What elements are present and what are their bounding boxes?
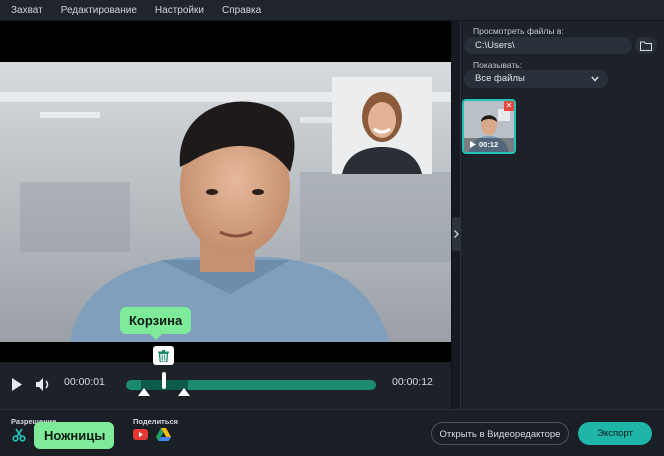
trash-icon xyxy=(158,349,169,362)
camera-icon xyxy=(470,141,476,148)
show-label: Показывать: xyxy=(473,60,523,70)
webcam-image xyxy=(332,77,432,174)
chevron-down-icon xyxy=(591,76,599,82)
video-thumbnail[interactable]: ✕ 00:12 xyxy=(462,99,516,154)
file-filter-select[interactable]: Все файлы xyxy=(464,70,608,88)
folder-icon xyxy=(640,41,652,51)
trash-tooltip-arrow xyxy=(149,334,162,340)
export-button[interactable]: Экспорт xyxy=(578,422,652,445)
total-time: 00:00:12 xyxy=(392,376,433,388)
scissors-icon[interactable] xyxy=(12,428,26,442)
scissors-tooltip-text: Ножницы xyxy=(44,428,106,443)
file-filter-value: Все файлы xyxy=(475,73,525,84)
playback-controls: 00:00:01 00:00:12 xyxy=(0,362,451,409)
google-drive-icon[interactable] xyxy=(156,428,171,441)
browse-label: Просмотреть файлы в: xyxy=(473,26,564,36)
preview-area xyxy=(0,21,451,409)
trim-end-handle[interactable] xyxy=(178,388,190,396)
panel-splitter[interactable] xyxy=(451,21,461,409)
current-time: 00:00:01 xyxy=(64,376,105,388)
webcam-overlay[interactable] xyxy=(332,77,432,174)
trash-tooltip-text: Корзина xyxy=(129,313,183,328)
trash-tooltip: Корзина xyxy=(120,307,192,340)
menu-capture[interactable]: Захват xyxy=(11,5,43,16)
menu-bar: Захват Редактирование Настройки Справка xyxy=(0,0,664,21)
volume-icon[interactable] xyxy=(36,378,52,391)
scissors-tooltip: Ножницы xyxy=(34,422,115,449)
thumbnail-duration: 00:12 xyxy=(470,140,498,149)
file-panel: Просмотреть файлы в: C:\Users\ Показыват… xyxy=(461,21,664,409)
folder-path-field[interactable]: C:\Users\ xyxy=(464,37,632,54)
play-icon[interactable] xyxy=(11,378,23,391)
playhead-marker[interactable] xyxy=(162,372,166,389)
thumbnail-duration-text: 00:12 xyxy=(479,140,499,149)
chevron-right-icon xyxy=(454,230,459,238)
remove-file-button[interactable]: ✕ xyxy=(504,101,514,111)
menu-edit[interactable]: Редактирование xyxy=(61,5,137,16)
open-in-editor-button[interactable]: Открыть в Видеоредакторе xyxy=(431,422,569,445)
collapse-panel-button[interactable] xyxy=(452,217,461,251)
menu-help[interactable]: Справка xyxy=(222,5,261,16)
youtube-icon[interactable] xyxy=(133,429,148,440)
share-label: Поделиться xyxy=(133,417,179,426)
youtube-play-icon xyxy=(139,432,143,437)
delete-segment-button[interactable] xyxy=(153,346,174,365)
browse-folder-button[interactable] xyxy=(635,37,657,54)
menu-settings[interactable]: Настройки xyxy=(155,5,204,16)
trim-start-handle[interactable] xyxy=(138,388,150,396)
